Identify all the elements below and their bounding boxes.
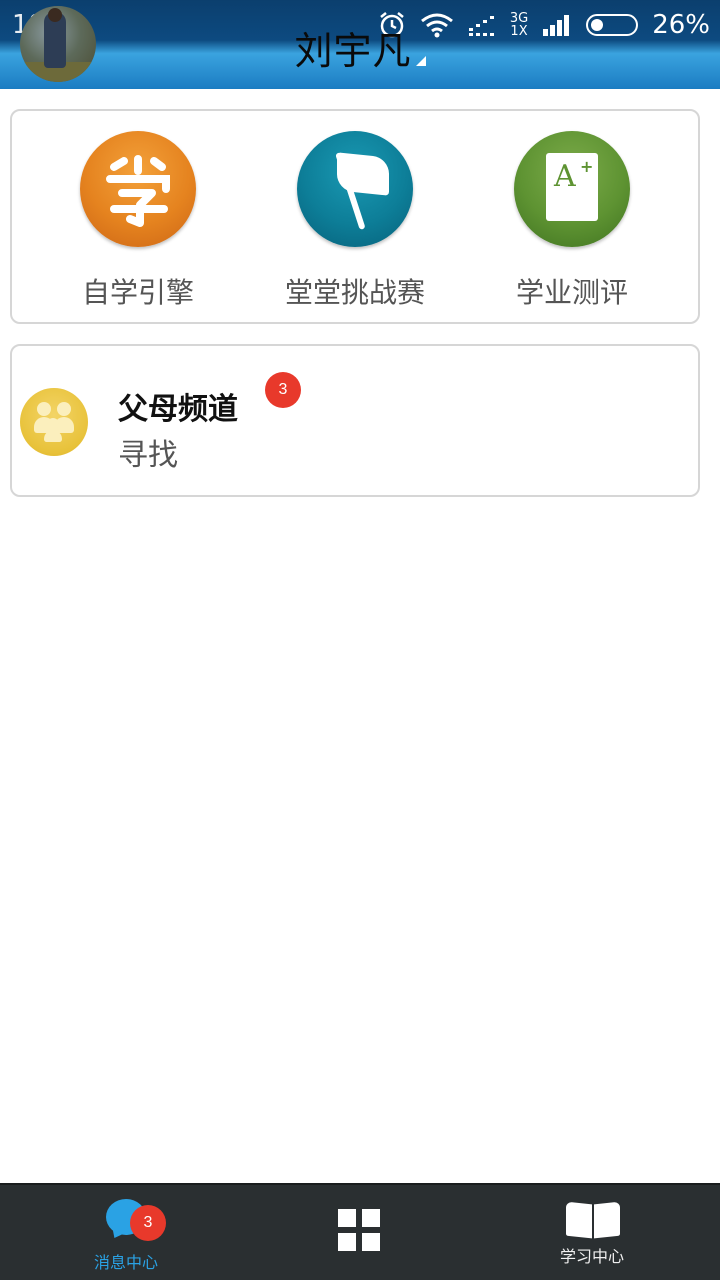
grade-document-icon[interactable]: A +	[514, 131, 630, 247]
bottom-nav: 3 消息中心 学习中心	[0, 1183, 720, 1280]
app-label: 堂堂挑战赛	[284, 276, 425, 309]
parent-channel-card[interactable]: 父母频道 3 寻找	[10, 344, 700, 497]
nav-messages[interactable]: 3 消息中心	[66, 1185, 186, 1280]
nav-apps[interactable]	[300, 1185, 420, 1280]
title-area[interactable]: 刘宇凡	[0, 20, 720, 75]
nav-study-label: 学习中心	[559, 1247, 624, 1266]
apps-card: 自学引擎 堂堂挑战赛 A + 学业测评	[10, 109, 700, 324]
app-self-study[interactable]: 自学引擎	[48, 131, 228, 311]
dropdown-caret-icon[interactable]	[415, 56, 426, 66]
nav-study[interactable]: 学习中心	[532, 1185, 652, 1280]
family-icon	[20, 388, 88, 456]
parent-channel-title: 父母频道	[118, 392, 238, 427]
parent-channel-subtitle: 寻找	[118, 438, 178, 473]
notification-badge: 3	[265, 372, 301, 408]
top-header: 18:51 3G 1X	[0, 0, 720, 89]
self-study-icon[interactable]	[80, 131, 196, 247]
app-label: 自学引擎	[81, 276, 194, 309]
flag-icon[interactable]	[297, 131, 413, 247]
app-challenge[interactable]: 堂堂挑战赛	[265, 131, 445, 311]
nav-messages-label: 消息中心	[93, 1253, 158, 1272]
messages-badge: 3	[130, 1205, 166, 1241]
page-title[interactable]: 刘宇凡	[294, 29, 411, 73]
app-label: 学业测评	[515, 276, 628, 309]
app-assessment[interactable]: A + 学业测评	[482, 131, 662, 311]
